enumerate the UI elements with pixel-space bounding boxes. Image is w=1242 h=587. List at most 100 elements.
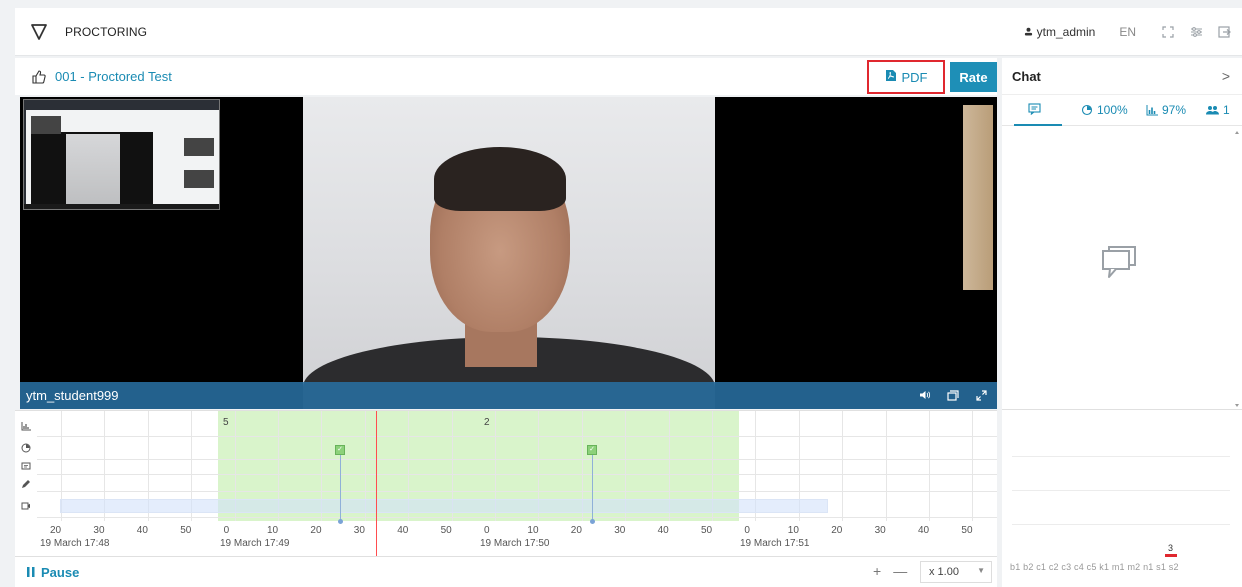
video-player[interactable]: ytm_student999 [20, 97, 997, 409]
timeline-tick-label: 40 [657, 525, 669, 536]
chevron-right-icon[interactable]: > [1222, 68, 1230, 84]
timeline-tick-label: 20 [831, 525, 843, 536]
event-check-marker[interactable]: ✓ [335, 445, 345, 455]
screen-share-mini-thumb [31, 116, 61, 134]
rate-button[interactable]: Rate [950, 62, 997, 92]
screen-share-content [26, 110, 219, 209]
timeline-tick-label: 30 [874, 525, 886, 536]
users-stat[interactable]: 1 [1206, 103, 1230, 117]
student-hair [434, 147, 566, 211]
chat-stats-bar: 100% 97% 1 [1002, 95, 1242, 126]
timeline-tick-label: 20 [50, 525, 62, 536]
playback-speed-select[interactable]: x 1.00 ▼ [920, 561, 992, 583]
language-selector[interactable]: EN [1119, 25, 1136, 39]
browser-stat-value: 100% [1097, 103, 1128, 117]
video-caption-bar: ytm_student999 [20, 382, 997, 409]
metric-marker [1165, 554, 1177, 557]
event-check-marker[interactable]: ✓ [587, 445, 597, 455]
timeline-tick-label: 0 [223, 525, 230, 536]
chat-scrollbar[interactable] [1234, 128, 1240, 410]
timeline-tick-label: 20 [310, 525, 322, 536]
chevron-down-icon: ▼ [977, 566, 985, 575]
event-dot [590, 519, 595, 524]
volume-icon[interactable] [917, 386, 933, 404]
settings-sliders-icon[interactable] [1186, 22, 1206, 42]
expand-icon[interactable] [973, 386, 989, 404]
session-title[interactable]: 001 - Proctored Test [55, 69, 172, 84]
timeline-tick-label: 40 [397, 525, 409, 536]
webcam-background-shelf [963, 105, 993, 290]
timeline-tick-label: 30 [353, 525, 365, 536]
time-label: 19 March 17:50 [480, 538, 550, 549]
timeline-tick-label: 50 [180, 525, 192, 536]
timeline-tick-label: 0 [744, 525, 750, 536]
chat-icon [19, 460, 33, 474]
timeline-grid-line [842, 411, 844, 521]
timeline-tick-label: 10 [527, 525, 539, 536]
zoom-out-button[interactable]: — [893, 563, 907, 579]
timeline-grid-line [885, 411, 887, 521]
event-dot [338, 519, 343, 524]
row-divider [37, 459, 997, 460]
time-label: 19 March 17:49 [220, 538, 290, 549]
fullscreen-icon[interactable] [1158, 22, 1178, 42]
screen-share-taskbar [24, 204, 219, 209]
session-title-bar: 001 - Proctored Test PDF Rate [15, 58, 997, 95]
screen-share-mini-thumb [184, 138, 214, 156]
chat-tab[interactable] [1028, 103, 1041, 115]
timeline-grid-line [972, 411, 974, 521]
timeline-tick-label: 50 [701, 525, 713, 536]
top-bar: PROCTORING ytm_admin EN [15, 8, 1242, 56]
chart-icon [19, 419, 33, 433]
thumbs-up-icon[interactable] [31, 69, 47, 85]
playback-speed-value: x 1.00 [929, 566, 959, 578]
session-span-bar [60, 499, 828, 513]
score-stat[interactable]: 97% [1146, 103, 1186, 117]
chat-header: Chat > [1002, 58, 1242, 95]
user-name: ytm_admin [1036, 25, 1096, 39]
focus-icon [1081, 104, 1093, 116]
pause-button[interactable]: Pause [27, 565, 79, 580]
screen-share-thumbnail[interactable] [23, 99, 220, 210]
playback-controls: Pause + — x 1.00 ▼ [15, 556, 997, 587]
pdf-label: PDF [901, 69, 928, 85]
video-camera-icon [19, 499, 33, 513]
pencil-icon [19, 477, 33, 491]
score-stat-value: 97% [1162, 103, 1187, 117]
timeline-tick-label: 0 [484, 525, 490, 536]
shield-icon [29, 22, 49, 42]
brand[interactable]: PROCTORING [15, 22, 147, 42]
band-count: 5 [223, 417, 229, 428]
metric-count: 3 [1168, 543, 1174, 553]
timeline-tick-label: 20 [570, 525, 582, 536]
timeline-tick-label: 30 [614, 525, 626, 536]
webcam-feed [303, 97, 993, 409]
logout-icon[interactable] [1214, 22, 1234, 42]
browser-focus-icon [19, 441, 33, 455]
empty-chat-icon [1099, 244, 1139, 280]
pdf-button[interactable]: PDF [867, 60, 945, 94]
row-divider [37, 517, 997, 518]
playhead[interactable] [376, 411, 377, 556]
timeline-tick-label: 40 [918, 525, 930, 536]
time-label: 19 March 17:48 [40, 538, 110, 549]
timeline-tick-label: 40 [136, 525, 148, 536]
chat-panel: Chat > 100% 97% 1 3 b1 b2 c1 c2 c3 c4 c5… [1002, 58, 1242, 587]
event-stem [592, 447, 593, 521]
event-timeline[interactable]: 5 2 ✓ ✓ 20 30 40 50 0 10 20 30 40 50 0 10 20 30 40 50 0 1… [15, 410, 997, 556]
browser-stat[interactable]: 100% [1081, 103, 1128, 117]
user-menu[interactable]: ytm_admin [1024, 25, 1096, 39]
zoom-in-button[interactable]: + [873, 563, 881, 579]
timeline-tick-label: 50 [961, 525, 973, 536]
timeline-tick-label: 30 [93, 525, 105, 536]
pause-icon [27, 565, 35, 580]
picture-in-picture-icon[interactable] [945, 386, 961, 404]
timeline-tick-label: 10 [267, 525, 279, 536]
screen-share-video [31, 132, 153, 209]
chat-messages[interactable] [1002, 126, 1242, 410]
user-icon [1024, 25, 1033, 39]
row-divider [37, 474, 997, 475]
row-divider [1012, 490, 1230, 491]
pause-label: Pause [41, 564, 80, 580]
metric-codes: b1 b2 c1 c2 c3 c4 c5 k1 m1 m2 n1 s1 s2 [1010, 562, 1179, 572]
